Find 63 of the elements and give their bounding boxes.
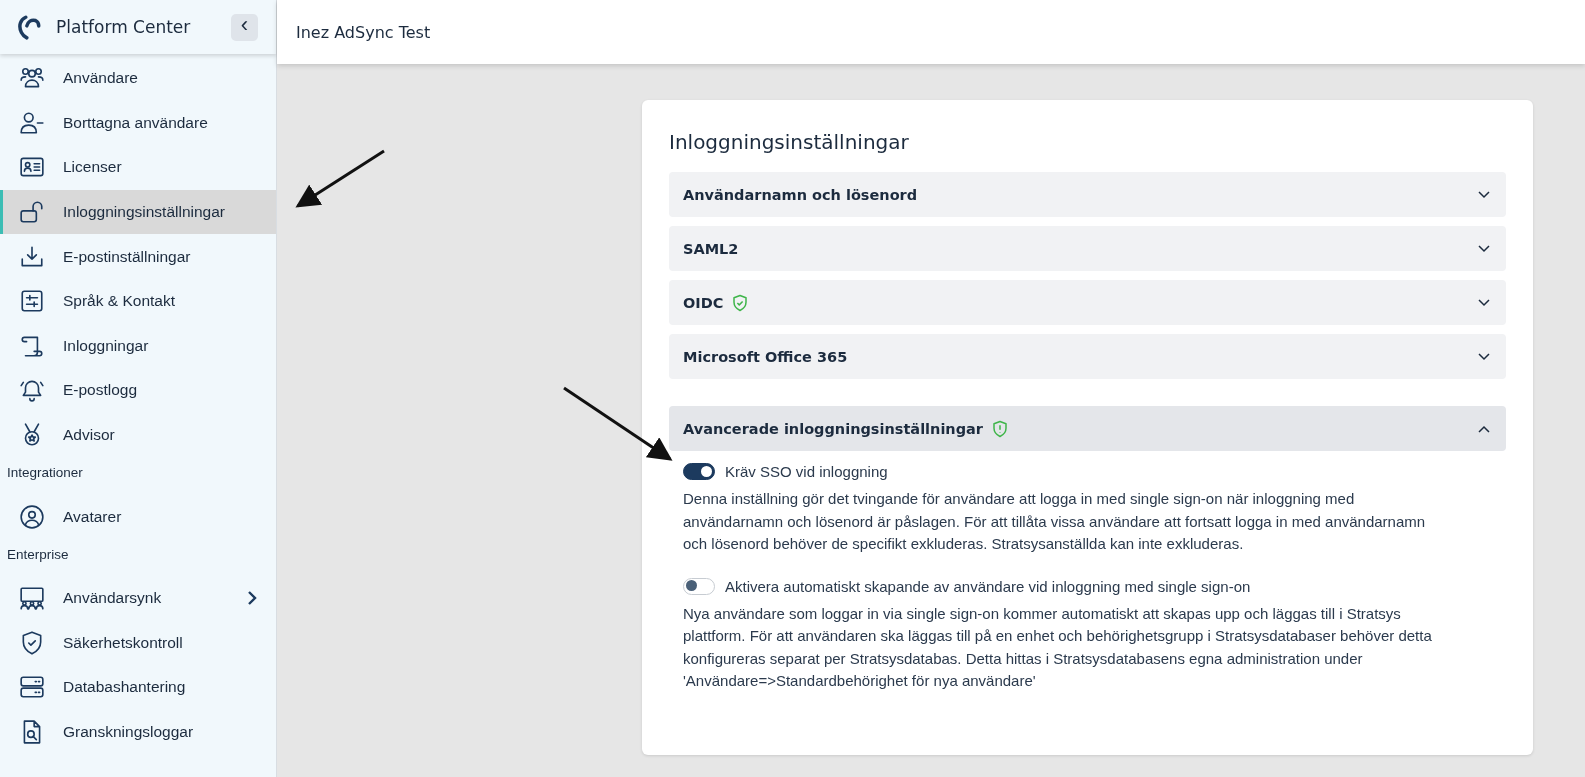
card-title: Inloggningsinställningar xyxy=(669,130,910,154)
sidebar-item-label: Användarsynk xyxy=(63,589,163,608)
sidebar-item[interactable]: Inloggningsinställningar xyxy=(0,189,276,235)
sidebar-item[interactable]: Inloggningar xyxy=(0,323,276,369)
chevron-down-icon xyxy=(1478,352,1490,361)
user-minus-icon xyxy=(19,109,45,136)
sidebar-item-label: Databashantering xyxy=(63,678,187,697)
toggle-label: Aktivera automatiskt skapande av användare vid inloggning med single sign-on xyxy=(725,577,1251,595)
page-title: Inez AdSync Test xyxy=(296,22,431,42)
shield-alert-icon xyxy=(991,419,1009,438)
accordion-header[interactable]: Användarnamn och lösenord xyxy=(669,172,1506,217)
sidebar-item-label: Licenser xyxy=(63,158,123,177)
section-heading: Integrationer xyxy=(6,464,84,483)
sidebar-item[interactable]: Granskningsloggar xyxy=(0,709,276,755)
shield-check-icon xyxy=(731,293,750,312)
accordion-title: Avancerade inloggningsinställningar xyxy=(683,420,983,437)
sidebar-item[interactable]: E-postinställningar xyxy=(0,234,276,279)
sidebar-item-label: Avatarer xyxy=(63,507,123,526)
sidebar-item-label: Granskningsloggar xyxy=(63,723,195,741)
app-title: Platform Center xyxy=(56,17,192,37)
sidebar-item[interactable]: Användare xyxy=(0,56,276,101)
sidebar-item[interactable]: Licenser xyxy=(0,145,276,190)
sidebar-item-label: Inloggningsinställningar xyxy=(63,203,226,222)
sidebar-item[interactable]: Databashantering xyxy=(0,665,276,710)
setting-description: Nya användare som loggar in via single sign-on kommer automatiskt att skapas upp och läggas till i Stratsys plattform. För att användaren ska läggas till på en enhet och behörighetsgrupp i Stratsysdatabaser behöver detta konfigureras separat per Stratsysdatabas. Detta hittas i Stratsysdatabasens egna administration under 'Användare=>Standardbehörighet för nya användare' xyxy=(683,603,1433,691)
sidebar-item[interactable]: Säkerhetskontroll xyxy=(0,620,276,666)
chevron-down-icon xyxy=(1478,298,1490,307)
sidebar-item-label: Inloggningar xyxy=(63,336,150,355)
chevron-down-icon xyxy=(1478,244,1490,253)
sidebar-item-label: E-postinställningar xyxy=(63,247,192,266)
sidebar-item[interactable]: Advisor xyxy=(0,412,276,458)
sidebar-item-label: Borttagna användare xyxy=(63,113,209,132)
user-circle-icon xyxy=(19,503,45,530)
accordion-header[interactable]: Avancerade inloggningsinställningar xyxy=(669,406,1506,451)
sliders-icon xyxy=(19,288,45,315)
sidebar-item[interactable]: Språk & Kontakt xyxy=(0,278,276,324)
section-heading: Enterprise xyxy=(6,545,70,564)
setting-description: Denna inställning gör det tvingande för användare att logga in med single sign-on när inloggning med användarnamn och lösenord är påslagen. För att tillåta vissa användare att fortsatt logga in med användarnamn och lösenord behöver de specifikt exkluderas. Stratsysanställda kan inte exkluderas. xyxy=(683,489,1427,554)
sidebar-item-label: Språk & Kontakt xyxy=(63,292,176,311)
unlocked-padlock-icon xyxy=(19,199,45,226)
toggle-label: Kräv SSO vid inloggning xyxy=(725,463,888,480)
server-icon xyxy=(19,674,45,701)
chevron-down-icon xyxy=(1478,190,1490,199)
sidebar-item[interactable]: Avatarer xyxy=(0,494,276,539)
toggle-switch[interactable] xyxy=(683,463,715,480)
sidebar-item-label: Användare xyxy=(63,69,139,88)
sidebar-item-label: Advisor xyxy=(63,426,116,445)
accordion-title: OIDC xyxy=(683,294,724,311)
accordion-title: Användarnamn och lösenord xyxy=(683,186,918,203)
collapse-sidebar-button[interactable]: ‹ xyxy=(231,13,258,41)
accordion-title: SAML2 xyxy=(683,240,739,257)
sidebar-item[interactable]: Användarsynk xyxy=(0,575,276,621)
logo-icon xyxy=(16,14,42,40)
sidebar-item[interactable]: E-postlogg xyxy=(0,368,276,413)
users-screen-icon xyxy=(19,585,45,612)
accordion-header[interactable]: Microsoft Office 365 xyxy=(669,334,1506,379)
sidebar-item-label: Säkerhetskontroll xyxy=(63,633,184,652)
accordion-header[interactable]: OIDC xyxy=(669,280,1506,325)
chevron-up-icon xyxy=(1478,424,1490,433)
accordion-header[interactable]: SAML2 xyxy=(669,226,1506,271)
sidebar-item[interactable]: Borttagna användare xyxy=(0,100,276,146)
sidebar-item-label: E-postlogg xyxy=(63,381,139,400)
accordion-title: Microsoft Office 365 xyxy=(683,348,848,365)
